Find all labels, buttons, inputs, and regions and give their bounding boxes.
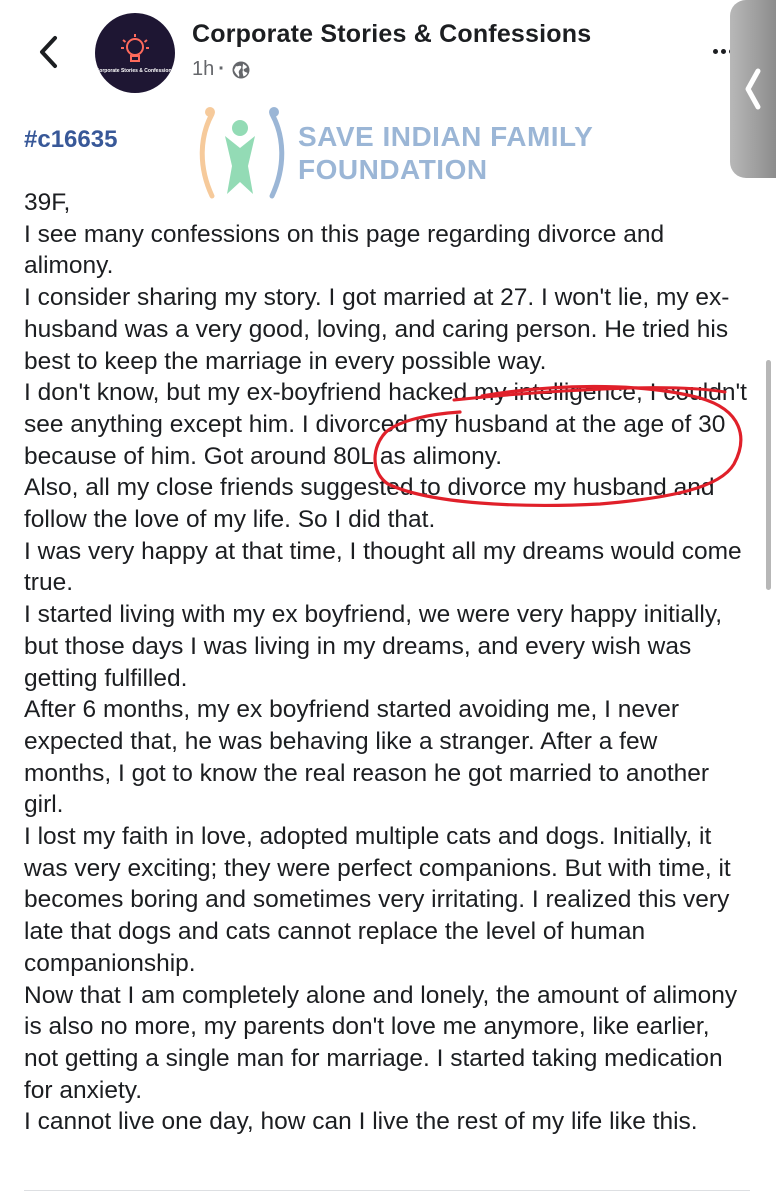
- globe-icon: [232, 61, 250, 78]
- post-paragraph: I started living with my ex boyfriend, w…: [24, 601, 723, 692]
- post-paragraph: Now that I am completely alone and lonel…: [24, 981, 738, 1104]
- page-avatar[interactable]: Corporate Stories & Confessions: [95, 13, 175, 93]
- scrollbar[interactable]: [766, 360, 771, 590]
- lightbulb-icon: [121, 34, 149, 62]
- more-dots-icon: [720, 48, 726, 54]
- post-paragraph: I see many confessions on this page rega…: [24, 220, 665, 280]
- post-paragraph: I don't know, but my ex-boyfriend hacked…: [24, 379, 747, 470]
- meta-separator: ·: [218, 58, 225, 80]
- side-panel-handle[interactable]: [730, 0, 776, 178]
- post-paragraph: I consider sharing my story. I got marri…: [24, 284, 730, 375]
- more-dots-icon: [712, 48, 718, 54]
- back-button[interactable]: [28, 28, 68, 76]
- post-paragraph: I cannot live one day, how can I live th…: [24, 1108, 698, 1136]
- avatar-label: Corporate Stories & Confessions: [95, 68, 175, 74]
- post-paragraph: I lost my faith in love, adopted multipl…: [24, 823, 731, 977]
- chevron-left-icon: [745, 68, 761, 110]
- post-body: 39F, I see many confessions on this page…: [24, 187, 749, 1138]
- post-meta: 1h ·: [192, 58, 251, 81]
- post-header: Corporate Stories & Confessions Corporat…: [0, 0, 776, 110]
- watermark-line-2: FOUNDATION: [298, 154, 488, 185]
- post-paragraph: After 6 months, my ex boyfriend started …: [24, 696, 710, 819]
- post-timestamp[interactable]: 1h: [192, 58, 214, 81]
- post-hashtag[interactable]: #c16635: [24, 126, 117, 154]
- watermark-line-1: SAVE INDIAN FAMILY: [298, 121, 594, 152]
- page-name-link[interactable]: Corporate Stories & Confessions: [192, 20, 591, 49]
- chevron-left-icon: [40, 36, 57, 68]
- post-paragraph: Also, all my close friends suggested to …: [24, 474, 715, 534]
- post-paragraph: 39F,: [24, 189, 71, 216]
- post-divider: [24, 1190, 750, 1191]
- watermark-text: SAVE INDIAN FAMILY FOUNDATION: [298, 120, 593, 186]
- post-paragraph: I was very happy at that time, I thought…: [24, 537, 742, 597]
